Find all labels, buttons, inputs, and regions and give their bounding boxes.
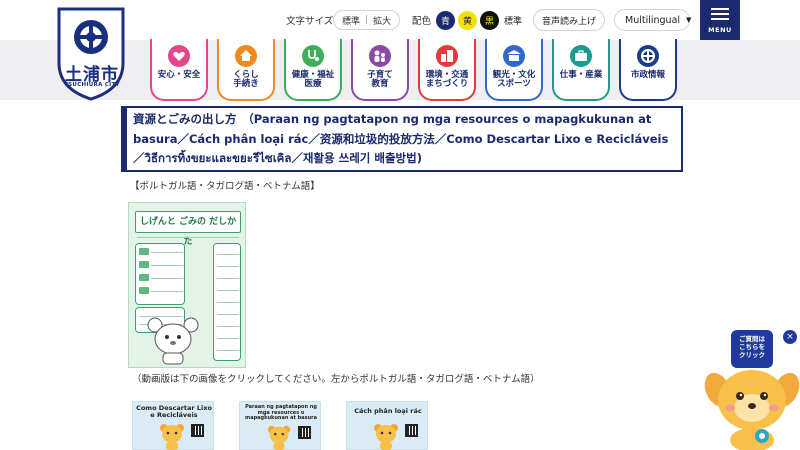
nav-tab-childcare[interactable]: 子育て 教育 xyxy=(351,39,409,101)
city-emblem-icon xyxy=(636,44,660,68)
nav-label: 仕事・産業 xyxy=(559,70,603,80)
video-caption: Cách phân loại rác xyxy=(354,407,422,415)
qr-code-icon xyxy=(191,424,204,437)
castle-icon xyxy=(502,44,526,68)
nav-tab-living[interactable]: くらし 手続き xyxy=(217,39,275,101)
read-aloud-button[interactable]: 音声読み上げ xyxy=(533,9,605,31)
nav-tab-safety[interactable]: 安心・安全 xyxy=(150,39,208,101)
brochure-schedule xyxy=(213,243,241,361)
color-yellow-button[interactable]: 黄 xyxy=(458,10,478,30)
video-caption: Como Descartar Lixo e Recicláveis xyxy=(136,404,212,420)
nav-label: 健康・福祉 医療 xyxy=(291,70,335,89)
nav-tab-environment[interactable]: 環境・交通 まちづくり xyxy=(418,39,476,101)
help-mascot-icon[interactable] xyxy=(704,360,800,450)
language-select[interactable]: Multilingual ▼ xyxy=(614,9,692,31)
video-caption: Paraan ng pagtatapon ng mga resources o … xyxy=(245,404,317,421)
nav-label: 観光・文化 スポーツ xyxy=(492,70,536,89)
nav-tab-health[interactable]: 健康・福祉 医療 xyxy=(284,39,342,101)
languages-note: 【ポルトガル語・タガログ語・ベトナム語】 xyxy=(130,181,320,192)
hamburger-icon xyxy=(711,8,729,10)
qr-code-icon xyxy=(405,424,418,437)
mascot-icon xyxy=(160,424,184,450)
font-size-control: 文字サイズ xyxy=(286,9,333,31)
stethoscope-icon xyxy=(301,44,325,68)
house-icon xyxy=(234,44,258,68)
page-title: 資源とごみの出し方 （Paraan ng pagtatapon ng mga r… xyxy=(133,112,669,165)
nav-tab-tourism[interactable]: 観光・文化 スポーツ xyxy=(485,39,543,101)
family-icon xyxy=(368,44,392,68)
brochure-list xyxy=(135,243,185,305)
color-scheme-label: 配色 xyxy=(412,16,432,27)
video-note: （動画版は下の画像をクリックしてください。左からポルトガル語・タガログ語・ベトナ… xyxy=(132,374,540,385)
brochure-image-link[interactable]: しげんと ごみの だしかた xyxy=(128,202,246,368)
font-size-standard-button[interactable]: 標準 xyxy=(342,14,360,27)
color-scheme-control: 配色 青 黄 黒 標準 xyxy=(412,9,522,31)
nav-tab-city-info[interactable]: 市政情報 xyxy=(619,39,677,101)
font-size-large-button[interactable]: 拡大 xyxy=(373,14,391,27)
color-standard-button[interactable]: 標準 xyxy=(504,14,522,27)
font-size-label: 文字サイズ xyxy=(286,16,334,27)
nav-label: 環境・交通 まちづくり xyxy=(425,70,469,89)
brochure-title: しげんと ごみの だしかた xyxy=(135,211,241,247)
video-thumb-vietnamese[interactable]: Cách phân loại rác xyxy=(346,401,428,450)
nav-label: くらし 手続き xyxy=(233,70,259,89)
buildings-icon xyxy=(435,44,459,68)
city-name-en: TSUCHIURA CITY xyxy=(64,82,120,88)
mascot-icon xyxy=(374,424,398,450)
close-icon[interactable]: × xyxy=(783,330,797,344)
mascot-illustration-icon xyxy=(147,317,199,365)
heart-hands-icon xyxy=(167,44,191,68)
language-select-value: Multilingual xyxy=(625,14,681,26)
page-title-box: 資源とごみの出し方 （Paraan ng pagtatapon ng mga r… xyxy=(121,106,683,172)
briefcase-icon xyxy=(569,44,593,68)
qr-code-icon xyxy=(298,426,311,439)
video-thumb-portuguese[interactable]: Como Descartar Lixo e Recicláveis xyxy=(132,401,214,450)
nav-label: 安心・安全 xyxy=(157,70,201,80)
video-thumb-tagalog[interactable]: Paraan ng pagtatapon ng mga resources o … xyxy=(239,401,321,450)
color-black-button[interactable]: 黒 xyxy=(480,10,500,30)
chevron-down-icon: ▼ xyxy=(686,16,692,24)
nav-label: 市政情報 xyxy=(630,70,665,80)
color-blue-button[interactable]: 青 xyxy=(436,10,456,30)
mascot-icon xyxy=(267,425,291,450)
menu-label: MENU xyxy=(708,25,732,34)
nav-label: 子育て 教育 xyxy=(367,70,393,89)
font-size-pill: 標準 | 拡大 xyxy=(333,10,401,30)
nav-tab-business[interactable]: 仕事・産業 xyxy=(552,39,610,101)
menu-button[interactable]: MENU xyxy=(700,0,740,40)
